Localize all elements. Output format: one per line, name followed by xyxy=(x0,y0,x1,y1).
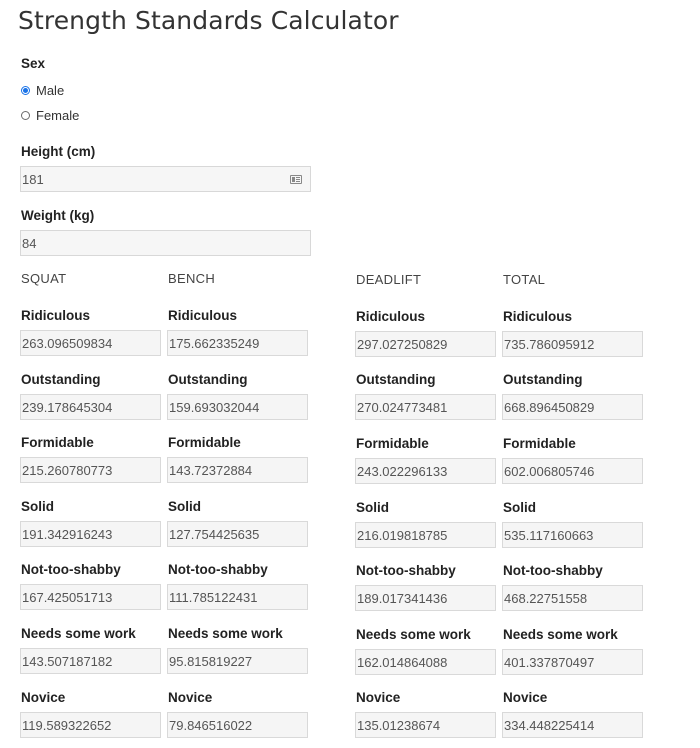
weight-input[interactable]: 84 xyxy=(20,230,311,256)
bench-formidable-label: Formidable xyxy=(168,435,241,450)
column-header-total: TOTAL xyxy=(503,272,546,287)
bench-solid-label: Solid xyxy=(168,499,201,514)
bench-novice-label: Novice xyxy=(168,690,213,705)
total-formidable-field[interactable]: 602.006805746 xyxy=(502,458,643,484)
bench-not-too-shabby-field[interactable]: 111.785122431 xyxy=(167,584,308,610)
radio-male-label[interactable]: Male xyxy=(36,83,64,98)
squat-novice-field[interactable]: 119.589322652 xyxy=(20,712,161,738)
radio-male[interactable]: Male xyxy=(21,83,64,98)
total-solid-label: Solid xyxy=(503,500,536,515)
bench-ridiculous-field[interactable]: 175.662335249 xyxy=(167,330,308,356)
deadlift-formidable-label: Formidable xyxy=(356,436,429,451)
deadlift-ridiculous-label: Ridiculous xyxy=(356,309,426,324)
bench-formidable-field[interactable]: 143.72372884 xyxy=(167,457,308,483)
total-solid-field[interactable]: 535.117160663 xyxy=(502,522,643,548)
total-not-too-shabby-field[interactable]: 468.22751558 xyxy=(502,585,643,611)
deadlift-not-too-shabby-field[interactable]: 189.017341436 xyxy=(355,585,496,611)
deadlift-novice-label: Novice xyxy=(356,690,401,705)
deadlift-ridiculous-field[interactable]: 297.027250829 xyxy=(355,331,496,357)
squat-novice-label: Novice xyxy=(21,690,66,705)
column-header-deadlift: DEADLIFT xyxy=(356,272,422,287)
total-needs-some-work-field[interactable]: 401.337870497 xyxy=(502,649,643,675)
deadlift-solid-label: Solid xyxy=(356,500,389,515)
total-outstanding-label: Outstanding xyxy=(503,372,583,387)
column-header-bench: BENCH xyxy=(168,271,216,286)
squat-formidable-label: Formidable xyxy=(21,435,94,450)
bench-outstanding-label: Outstanding xyxy=(168,372,248,387)
bench-needs-some-work-label: Needs some work xyxy=(168,626,283,641)
squat-solid-label: Solid xyxy=(21,499,54,514)
deadlift-outstanding-field[interactable]: 270.024773481 xyxy=(355,394,496,420)
bench-not-too-shabby-label: Not-too-shabby xyxy=(168,562,268,577)
total-needs-some-work-label: Needs some work xyxy=(503,627,618,642)
total-ridiculous-label: Ridiculous xyxy=(503,309,573,324)
page-title: Strength Standards Calculator xyxy=(18,6,399,35)
deadlift-needs-some-work-field[interactable]: 162.014864088 xyxy=(355,649,496,675)
total-outstanding-field[interactable]: 668.896450829 xyxy=(502,394,643,420)
deadlift-novice-field[interactable]: 135.01238674 xyxy=(355,712,496,738)
total-not-too-shabby-label: Not-too-shabby xyxy=(503,563,603,578)
squat-needs-some-work-label: Needs some work xyxy=(21,626,136,641)
bench-solid-field[interactable]: 127.754425635 xyxy=(167,521,308,547)
squat-needs-some-work-field[interactable]: 143.507187182 xyxy=(20,648,161,674)
radio-female-label[interactable]: Female xyxy=(36,108,79,123)
deadlift-needs-some-work-label: Needs some work xyxy=(356,627,471,642)
radio-male-indicator[interactable] xyxy=(21,86,30,95)
sex-label: Sex xyxy=(21,56,46,71)
total-novice-field[interactable]: 334.448225414 xyxy=(502,712,643,738)
deadlift-outstanding-label: Outstanding xyxy=(356,372,436,387)
contact-card-icon xyxy=(290,174,302,184)
squat-ridiculous-field[interactable]: 263.096509834 xyxy=(20,330,161,356)
deadlift-formidable-field[interactable]: 243.022296133 xyxy=(355,458,496,484)
bench-ridiculous-label: Ridiculous xyxy=(168,308,238,323)
total-formidable-label: Formidable xyxy=(503,436,576,451)
bench-novice-field[interactable]: 79.846516022 xyxy=(167,712,308,738)
total-novice-label: Novice xyxy=(503,690,548,705)
weight-label: Weight (kg) xyxy=(21,208,95,223)
total-ridiculous-field[interactable]: 735.786095912 xyxy=(502,331,643,357)
height-input[interactable]: 181 xyxy=(20,166,311,192)
radio-female-indicator[interactable] xyxy=(21,111,30,120)
squat-formidable-field[interactable]: 215.260780773 xyxy=(20,457,161,483)
bench-outstanding-field[interactable]: 159.693032044 xyxy=(167,394,308,420)
height-label: Height (cm) xyxy=(21,144,96,159)
squat-not-too-shabby-field[interactable]: 167.425051713 xyxy=(20,584,161,610)
deadlift-solid-field[interactable]: 216.019818785 xyxy=(355,522,496,548)
squat-solid-field[interactable]: 191.342916243 xyxy=(20,521,161,547)
squat-outstanding-label: Outstanding xyxy=(21,372,101,387)
squat-outstanding-field[interactable]: 239.178645304 xyxy=(20,394,161,420)
radio-female[interactable]: Female xyxy=(21,108,79,123)
weight-value[interactable]: 84 xyxy=(22,236,302,251)
deadlift-not-too-shabby-label: Not-too-shabby xyxy=(356,563,456,578)
bench-needs-some-work-field[interactable]: 95.815819227 xyxy=(167,648,308,674)
column-header-squat: SQUAT xyxy=(21,271,67,286)
squat-not-too-shabby-label: Not-too-shabby xyxy=(21,562,121,577)
height-value[interactable]: 181 xyxy=(22,172,290,187)
squat-ridiculous-label: Ridiculous xyxy=(21,308,91,323)
